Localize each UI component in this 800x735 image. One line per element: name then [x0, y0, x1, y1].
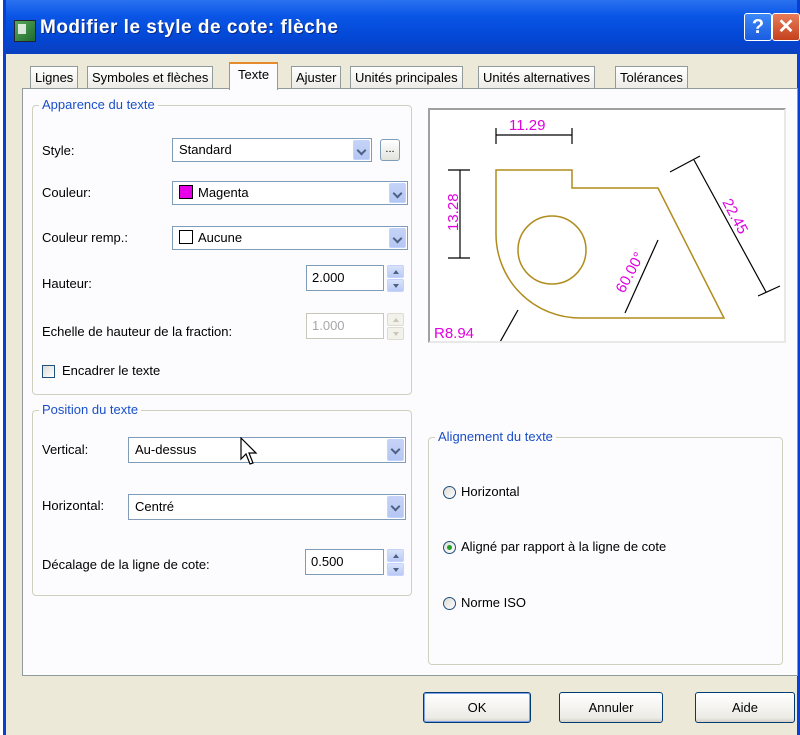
- style-label: Style:: [42, 143, 75, 158]
- tab-ajuster[interactable]: Ajuster: [291, 66, 342, 88]
- align-horizontal-radio[interactable]: [443, 486, 456, 499]
- frame-text-label: Encadrer le texte: [62, 363, 161, 378]
- align-dimline-label: Aligné par rapport à la ligne de cote: [461, 539, 667, 554]
- dim-diagonal-text: 22.45: [718, 196, 751, 237]
- height-stepper[interactable]: [387, 265, 405, 293]
- app-icon: [14, 20, 36, 42]
- leader-line: [499, 309, 519, 343]
- fraction-scale-input: 1.000: [306, 313, 384, 339]
- fill-color-value: Aucune: [198, 230, 243, 245]
- color-select[interactable]: Magenta: [172, 181, 408, 205]
- preview-drawing: 11.29 13.28 22.45 60.00° R8.94: [434, 117, 781, 343]
- chevron-down-icon[interactable]: [389, 228, 406, 248]
- style-select[interactable]: Standard: [172, 138, 372, 162]
- offset-label: Décalage de la ligne de cote:: [42, 557, 210, 572]
- chevron-down-icon[interactable]: [389, 183, 406, 203]
- vertical-value: Au-dessus: [135, 442, 197, 457]
- help-button[interactable]: Aide: [695, 692, 795, 723]
- mouse-cursor-icon: [240, 437, 258, 465]
- align-iso-radio[interactable]: [443, 597, 456, 610]
- fraction-scale-label: Echelle de hauteur de la fraction:: [42, 324, 233, 339]
- spin-down-icon: [387, 327, 404, 340]
- chevron-down-icon[interactable]: [353, 140, 370, 160]
- ext-line: [757, 285, 781, 297]
- spin-up-icon[interactable]: [387, 549, 404, 562]
- close-icon[interactable]: ✕: [772, 13, 800, 41]
- part-outline: [495, 169, 726, 319]
- appearance-legend: Apparence du texte: [39, 97, 158, 112]
- spin-up-icon[interactable]: [387, 265, 404, 278]
- spin-up-icon: [387, 313, 404, 326]
- tab-symboles[interactable]: Symboles et flèches: [87, 66, 214, 88]
- vertical-label: Vertical:: [42, 442, 89, 457]
- align-iso-label: Norme ISO: [461, 595, 527, 610]
- frame-text-checkbox[interactable]: [42, 365, 55, 378]
- fill-swatch: [179, 230, 193, 244]
- tab-unites-alternatives[interactable]: Unités alternatives: [478, 66, 595, 88]
- fraction-scale-value: 1.000: [312, 318, 345, 333]
- offset-value: 0.500: [311, 554, 344, 569]
- horizontal-value: Centré: [135, 499, 175, 514]
- chevron-down-icon[interactable]: [387, 439, 404, 461]
- align-dimline-radio[interactable]: [443, 541, 456, 554]
- offset-stepper[interactable]: [387, 549, 405, 577]
- ok-button[interactable]: OK: [423, 692, 531, 723]
- align-horizontal-label: Horizontal: [461, 484, 520, 499]
- offset-input[interactable]: 0.500: [305, 549, 384, 575]
- position-legend: Position du texte: [39, 402, 142, 417]
- part-hole: [517, 215, 587, 285]
- color-label: Couleur:: [42, 185, 92, 200]
- tab-unites-principales[interactable]: Unités principales: [350, 66, 463, 88]
- tab-texte[interactable]: Texte: [229, 62, 279, 90]
- cancel-button[interactable]: Annuler: [559, 692, 663, 723]
- fill-color-select[interactable]: Aucune: [172, 226, 408, 250]
- spin-down-icon[interactable]: [387, 279, 404, 292]
- fill-color-label: Couleur remp.:: [42, 230, 128, 245]
- spin-down-icon[interactable]: [387, 563, 404, 576]
- help-icon[interactable]: ?: [744, 13, 772, 41]
- color-swatch: [179, 185, 193, 199]
- dim-height-text: 13.28: [445, 193, 462, 231]
- title-bar[interactable]: Modifier le style de cote: flèche ? ✕: [6, 0, 800, 54]
- dimension-preview: 11.29 13.28 22.45 60.00° R8.94: [428, 108, 786, 343]
- height-input[interactable]: 2.000: [306, 265, 384, 291]
- window-title: Modifier le style de cote: flèche: [40, 17, 339, 38]
- height-value: 2.000: [312, 270, 345, 285]
- dim-width-text: 11.29: [509, 117, 545, 134]
- style-value: Standard: [179, 142, 232, 157]
- tab-tolerances[interactable]: Tolérances: [615, 66, 688, 88]
- fraction-scale-stepper: [387, 313, 405, 341]
- tab-lignes[interactable]: Lignes: [30, 66, 79, 88]
- text-style-browse-button[interactable]: ...: [380, 139, 400, 161]
- color-value: Magenta: [198, 185, 249, 200]
- height-label: Hauteur:: [42, 276, 92, 291]
- alignment-legend: Alignement du texte: [435, 429, 556, 444]
- horizontal-select[interactable]: Centré: [128, 494, 406, 520]
- dim-radius-text: R8.94: [434, 325, 474, 341]
- chevron-down-icon[interactable]: [387, 496, 404, 518]
- dim-line: [693, 159, 767, 293]
- vertical-select[interactable]: Au-dessus: [128, 437, 406, 463]
- horizontal-label: Horizontal:: [42, 498, 105, 513]
